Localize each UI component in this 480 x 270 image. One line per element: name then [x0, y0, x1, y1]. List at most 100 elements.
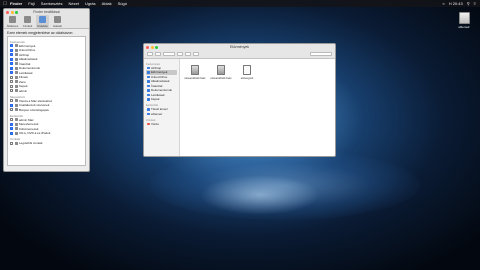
checkbox[interactable] [10, 80, 13, 84]
tag-icon [24, 16, 31, 23]
prefs-checkbox-row[interactable]: Bonjour számítógépek [10, 108, 83, 113]
tab-general[interactable]: Általános [6, 15, 19, 28]
menu-help[interactable]: Súgó [118, 1, 127, 6]
checkbox[interactable] [10, 75, 13, 79]
folder-icon [14, 131, 18, 135]
folder-icon [14, 89, 18, 93]
tab-advanced[interactable]: Haladó [51, 15, 64, 28]
arrange-button[interactable] [177, 52, 183, 56]
menu-go[interactable]: Ugrás [85, 1, 96, 6]
desktop-drive[interactable]: eRemeir [455, 12, 473, 29]
checkbox-label: Alkalmazások [19, 57, 38, 62]
checkbox[interactable] [10, 122, 13, 126]
folder-icon [14, 84, 18, 88]
checkbox[interactable] [10, 127, 13, 131]
sidebar-icon [39, 16, 46, 23]
prefs-checkbox-row[interactable]: CD-k, DVD-k és iPodok [10, 131, 83, 136]
folder-icon [14, 103, 18, 107]
apple-menu-icon[interactable]:  [0, 1, 10, 7]
checkbox[interactable] [10, 103, 13, 107]
checkbox-label: admin [19, 88, 28, 93]
wallpaper-cloud-highlight [200, 175, 320, 215]
prefs-heading: Ezen elemek megjelenítése az oldalsávon: [7, 31, 74, 35]
prefs-checkbox-row[interactable]: Legutóbbi címkék [10, 141, 83, 146]
share-button[interactable] [193, 52, 199, 56]
checkbox[interactable] [10, 66, 13, 70]
folder-icon [147, 75, 150, 78]
view-mode-button[interactable] [163, 52, 175, 56]
checkbox[interactable] [10, 118, 13, 122]
checkbox[interactable] [10, 44, 13, 48]
search-icon[interactable]: ⚲ [467, 1, 470, 6]
menu-list-icon[interactable]: ≡ [474, 1, 476, 6]
checkbox[interactable] [10, 131, 13, 135]
menu-view[interactable]: Nézet [68, 1, 78, 6]
status-area: ≈ H 20:43 ⚲ ≡ [443, 0, 477, 7]
prefs-sidebar-list: Kedvencek Előzmények iCloud Drive AirDrop Al… [7, 36, 86, 166]
folder-icon [147, 80, 150, 83]
checkbox[interactable] [10, 48, 13, 52]
file-item[interactable]: szöveg.txt [236, 65, 258, 80]
folder-icon [14, 80, 18, 84]
checkbox[interactable] [10, 62, 13, 66]
tab-tags[interactable]: Címkék [21, 15, 34, 28]
prefs-checkbox-row[interactable]: admin [10, 89, 83, 94]
folder-icon [14, 118, 18, 122]
menu-window[interactable]: Ablak [102, 1, 112, 6]
checkbox[interactable] [10, 141, 13, 145]
sidebar-item-label: Dokumentumok [151, 88, 173, 93]
menu-file[interactable]: Fájl [28, 1, 34, 6]
drive-label: eRemeir [458, 25, 470, 29]
folder-icon [147, 71, 150, 74]
checkbox-label: Csatlakozott szerverek [19, 103, 50, 108]
sidebar-item-label: Alkalmazások [151, 79, 170, 84]
sidebar-item[interactable]: Képek [146, 97, 177, 102]
text-file-icon [243, 65, 251, 75]
checkbox[interactable] [10, 57, 13, 61]
folder-icon [14, 44, 18, 48]
folder-icon [14, 108, 18, 112]
checkbox-label: Legutóbbi címkék [19, 141, 43, 146]
finder-titlebar: Előzmények [144, 44, 335, 50]
folder-icon [14, 141, 18, 145]
folder-icon [14, 53, 18, 57]
checkbox[interactable] [10, 71, 13, 75]
forward-button[interactable] [155, 52, 161, 56]
file-item[interactable]: screenshot1.heic [184, 65, 206, 80]
clock[interactable]: H 20:43 [449, 1, 463, 6]
folder-icon [14, 62, 18, 66]
folder-icon [147, 89, 150, 92]
checkbox-label: Íróasztal [19, 61, 31, 66]
checkbox[interactable] [10, 89, 13, 93]
checkbox[interactable] [10, 53, 13, 57]
folder-icon [14, 75, 18, 79]
sidebar-item[interactable]: Vörös [146, 122, 177, 127]
menu-app-name[interactable]: Finder [10, 1, 22, 6]
checkbox-label: Bonjour számítógépek [19, 107, 49, 112]
tab-sidebar[interactable]: Oldalsáv [36, 15, 49, 28]
finder-title: Előzmények [229, 45, 250, 49]
checkbox-label: CD-k, DVD-k és iPodok [19, 131, 51, 136]
hard-drive-icon [458, 12, 470, 24]
file-item[interactable]: screenshot1.heic [210, 65, 232, 80]
action-button[interactable] [185, 52, 191, 56]
finder-content: screenshot1.heic screenshot1.heic szöveg.t… [180, 59, 335, 156]
checkbox[interactable] [10, 99, 13, 103]
checkbox-label: Letöltések [19, 70, 33, 75]
menu-edit[interactable]: Szerkesztés [41, 1, 63, 6]
prefs-tabbar: Általános Címkék Oldalsáv Haladó [4, 15, 89, 29]
checkbox[interactable] [10, 108, 13, 112]
sidebar-item-label: iCloud Drive [151, 74, 168, 79]
back-button[interactable] [147, 52, 153, 56]
checkbox[interactable] [10, 84, 13, 88]
image-file-icon [191, 65, 199, 75]
sidebar-item-label: Távoli lemez [151, 107, 168, 112]
sidebar-item-label: Íróasztal [151, 83, 163, 88]
wifi-icon[interactable]: ≈ [443, 1, 445, 6]
folder-icon [14, 99, 18, 103]
search-input[interactable] [310, 52, 332, 56]
sidebar-item[interactable]: eRemeir [146, 112, 177, 117]
folder-icon [14, 122, 18, 126]
checkbox-label: admin Mac [19, 117, 34, 122]
red-tag-icon [147, 122, 150, 125]
